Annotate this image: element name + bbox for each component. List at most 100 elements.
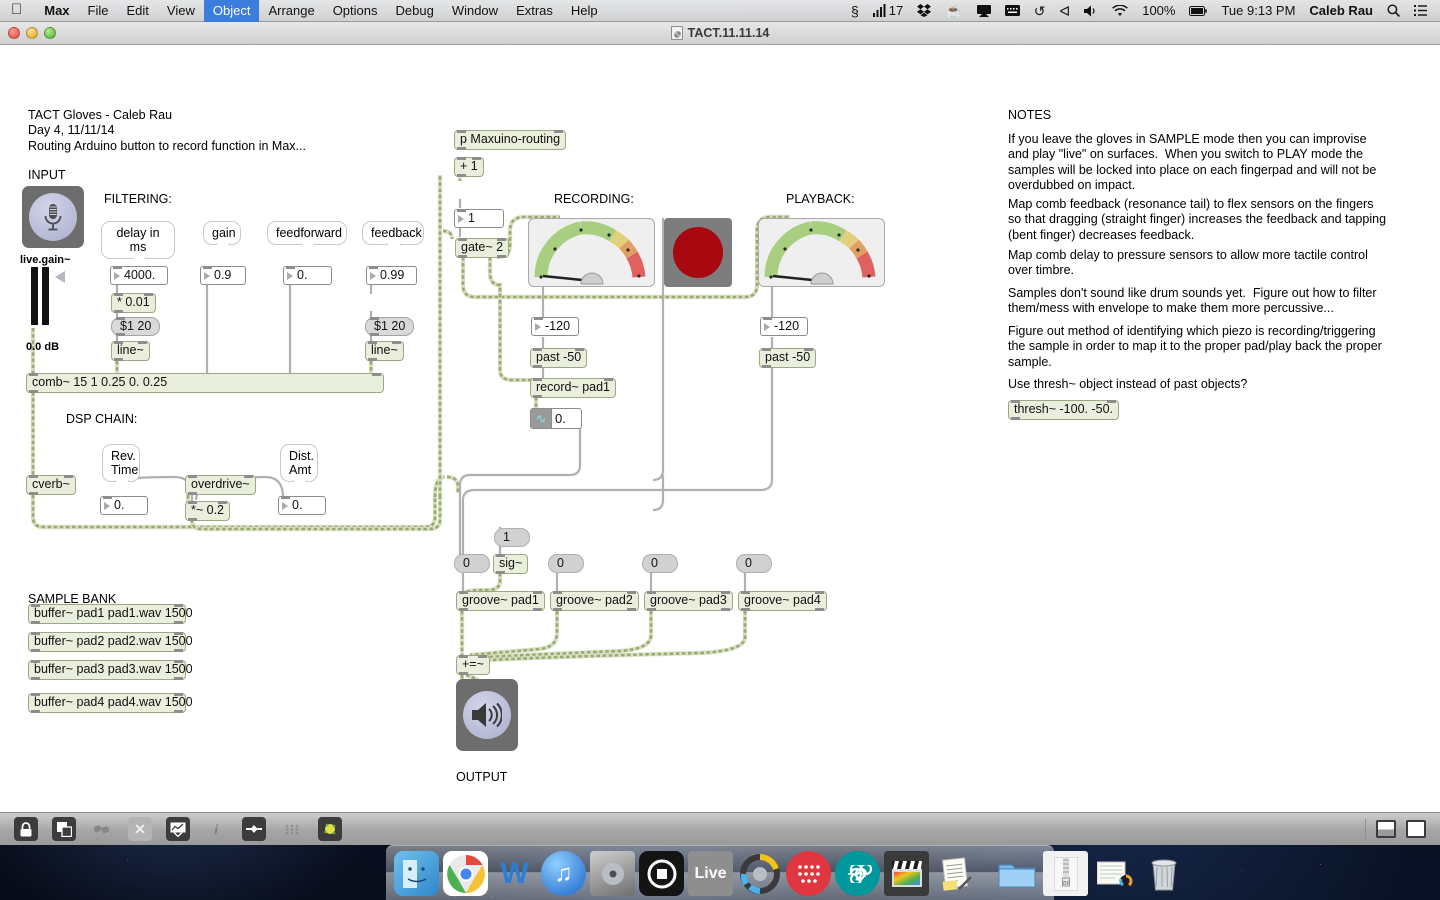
object-line-left[interactable]: line~: [111, 341, 150, 361]
playback-level-gauge[interactable]: [758, 218, 885, 287]
numbox-pad4-trigger[interactable]: 0: [736, 554, 772, 573]
info-icon[interactable]: i: [204, 817, 228, 841]
ezadc-input-icon[interactable]: [22, 186, 84, 248]
ableton-live-icon[interactable]: Live: [688, 851, 733, 896]
documents-folder-icon[interactable]: [994, 851, 1039, 896]
menu-extras[interactable]: Extras: [507, 0, 562, 22]
object-multiply-001[interactable]: * 0.01: [111, 293, 156, 313]
inspector-icon[interactable]: [166, 817, 190, 841]
battery-icon[interactable]: [1182, 0, 1214, 22]
object-times-signal[interactable]: *~ 0.2: [185, 501, 231, 521]
split-view-icon[interactable]: [1376, 820, 1396, 838]
menu-arrange[interactable]: Arrange: [259, 0, 323, 22]
numbox-dist-amt[interactable]: 0.: [278, 496, 326, 515]
logic-pro-icon[interactable]: [737, 851, 782, 896]
time-machine-icon[interactable]: ↺: [1027, 0, 1053, 22]
menu-file[interactable]: File: [79, 0, 118, 22]
battery-percent[interactable]: 100%: [1135, 0, 1182, 22]
max-icon[interactable]: [639, 851, 684, 896]
menu-window[interactable]: Window: [443, 0, 507, 22]
recording-level-gauge[interactable]: [528, 218, 655, 287]
object-record-pad1[interactable]: record~ pad1: [530, 378, 617, 398]
textedit-icon[interactable]: [933, 851, 978, 896]
coffee-cup-icon[interactable]: ☕: [938, 0, 969, 22]
sidebar-view-icon[interactable]: [1406, 820, 1426, 838]
object-past-recording[interactable]: past -50: [530, 348, 588, 368]
object-subpatch-maxuino-routing[interactable]: p Maxuino-routing: [454, 130, 567, 150]
object-groove-pad1[interactable]: groove~ pad1: [456, 591, 545, 611]
live-gain-slider[interactable]: [28, 267, 65, 325]
lock-unlock-icon[interactable]: [14, 817, 38, 841]
cord-view-icon[interactable]: [90, 817, 114, 841]
numbox-gain[interactable]: 0.9: [200, 266, 246, 285]
close-button[interactable]: [8, 27, 20, 39]
arduino-icon[interactable]: [835, 851, 880, 896]
object-buffer-pad2[interactable]: buffer~ pad2 pad2.wav 1500: [28, 632, 193, 652]
downloads-stack-icon[interactable]: [1092, 851, 1137, 896]
window-title-bar[interactable]: TACT.11.11.14: [0, 22, 1440, 45]
object-cverb[interactable]: cverb~: [26, 475, 76, 495]
notification-center-icon[interactable]: [1407, 0, 1434, 22]
object-sig[interactable]: sig~: [493, 554, 529, 574]
object-past-playback[interactable]: past -50: [759, 348, 817, 368]
dropbox-icon[interactable]: [910, 0, 938, 22]
apple-logo-icon[interactable]: : [0, 2, 35, 17]
clear-cords-icon[interactable]: ✕: [128, 817, 152, 841]
keyboard-icon[interactable]: [998, 0, 1027, 22]
section-sign-icon[interactable]: §: [844, 0, 866, 22]
patcher-canvas[interactable]: .sig { stroke:#9aaa72; stroke-width:2.6;…: [0, 45, 1440, 812]
object-gate-signal[interactable]: gate~ 2: [455, 238, 510, 258]
trash-icon[interactable]: [1141, 851, 1186, 896]
numbox-feedforward[interactable]: 0.: [283, 266, 332, 285]
numbox-rev-time[interactable]: 0.: [100, 496, 148, 515]
numbox-playback-threshold[interactable]: -120: [760, 317, 808, 336]
object-line-right[interactable]: line~: [365, 341, 404, 361]
word-icon[interactable]: W: [492, 851, 537, 896]
minimize-button[interactable]: [26, 27, 38, 39]
signal-bars-icon[interactable]: 17: [866, 0, 910, 22]
message-one[interactable]: 1: [494, 528, 530, 547]
numbox-route-index[interactable]: 1: [454, 209, 504, 228]
final-cut-pro-icon[interactable]: [884, 851, 929, 896]
object-sum-signal[interactable]: +=~: [456, 655, 490, 675]
object-groove-pad3[interactable]: groove~ pad3: [644, 591, 733, 611]
message-feedback-ramp[interactable]: $1 20: [365, 317, 415, 336]
numbox-delay-ms[interactable]: 4000.: [110, 266, 168, 285]
wifi-icon[interactable]: [1105, 0, 1135, 22]
object-groove-pad4[interactable]: groove~ pad4: [738, 591, 827, 611]
numbox-recording-threshold[interactable]: -120: [531, 317, 579, 336]
numbox-pad1-trigger[interactable]: 0: [454, 554, 490, 573]
airplay-icon[interactable]: [970, 0, 998, 22]
menu-edit[interactable]: Edit: [118, 0, 158, 22]
dvd-player-icon[interactable]: [590, 851, 635, 896]
menu-clock[interactable]: Tue 9:13 PM: [1214, 0, 1302, 22]
spotlight-search-icon[interactable]: [1380, 0, 1407, 22]
object-comb[interactable]: comb~ 15 1 0.25 0. 0.25: [26, 373, 384, 393]
menu-help[interactable]: Help: [562, 0, 607, 22]
object-thresh[interactable]: thresh~ -100. -50.: [1008, 400, 1120, 420]
numbox-pad2-trigger[interactable]: 0: [548, 554, 584, 573]
object-buffer-pad4[interactable]: buffer~ pad4 pad4.wav 1500: [28, 693, 193, 713]
gain-knob-icon[interactable]: [55, 271, 65, 283]
google-chrome-icon[interactable]: [443, 851, 488, 896]
presentation-mode-icon[interactable]: [52, 817, 76, 841]
object-buffer-pad3[interactable]: buffer~ pad3 pad3.wav 1500: [28, 660, 193, 680]
ezdac-output-icon[interactable]: [456, 679, 518, 751]
audio-status-icon[interactable]: [318, 817, 342, 841]
menu-max[interactable]: Max: [35, 0, 78, 22]
itunes-icon[interactable]: ♫: [541, 851, 586, 896]
object-groove-pad2[interactable]: groove~ pad2: [550, 591, 639, 611]
menu-view[interactable]: View: [158, 0, 204, 22]
bluetooth-icon[interactable]: ᐊ: [1052, 0, 1077, 22]
zoom-button[interactable]: [44, 27, 56, 39]
object-plus-one[interactable]: + 1: [454, 157, 484, 177]
launchpad-icon[interactable]: [786, 851, 831, 896]
numbox-feedback[interactable]: 0.99: [366, 266, 417, 285]
finder-icon[interactable]: [394, 851, 439, 896]
speaker-icon[interactable]: [1077, 0, 1105, 22]
menu-debug[interactable]: Debug: [387, 0, 443, 22]
message-delay-ramp[interactable]: $1 20: [111, 317, 161, 336]
menu-object[interactable]: Object: [203, 0, 260, 22]
grid-snap-icon[interactable]: [280, 817, 304, 841]
record-button[interactable]: [664, 218, 732, 287]
